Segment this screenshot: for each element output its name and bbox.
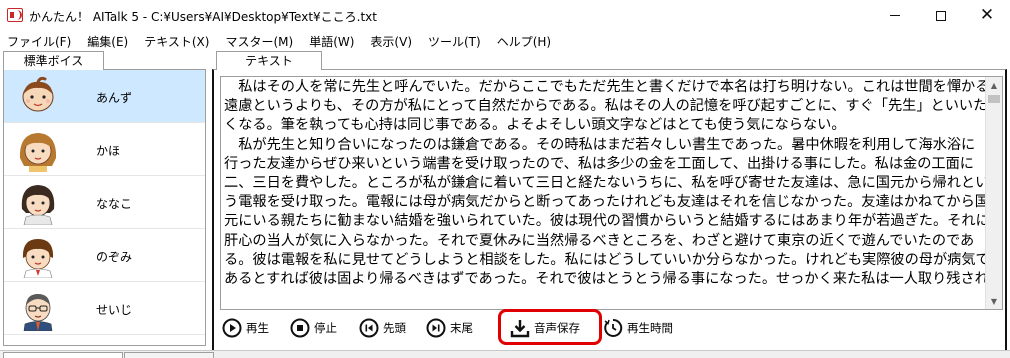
close-icon: ✕ xyxy=(979,5,995,25)
bottom-tab-2[interactable] xyxy=(124,352,214,358)
play-label: 再生 xyxy=(246,321,269,335)
voice-name-nanako: ななこ xyxy=(96,197,133,211)
text-editor[interactable]: 私はその人を常に先生と呼んでいた。だからここでもただ先生と書くだけで本名は打ち明… xyxy=(220,76,1003,310)
stop-button[interactable]: 停止 xyxy=(290,314,337,342)
voice-name-seiji: せいじ xyxy=(96,303,133,317)
bottom-tab-1[interactable] xyxy=(3,352,123,358)
voice-item-anzu[interactable]: あんず xyxy=(4,70,205,123)
menu-bar: ファイル(F) 編集(E) テキスト(X) マスター(M) 単語(W) 表示(V… xyxy=(0,31,1010,51)
avatar-anzu-icon xyxy=(22,76,54,112)
avatar-seiji-icon xyxy=(23,294,53,331)
text-content: 私はその人を常に先生と呼んでいた。だからここでもただ先生と書くだけで本名は打ち明… xyxy=(224,79,990,288)
menu-word[interactable]: 単語(W) xyxy=(309,33,354,50)
tab-text[interactable]: テキスト xyxy=(216,51,322,70)
voice-item-nozomi[interactable]: のぞみ xyxy=(4,229,205,282)
menu-tools[interactable]: ツール(T) xyxy=(428,33,481,50)
menu-file[interactable]: ファイル(F) xyxy=(7,33,71,50)
go-to-start-label: 先頭 xyxy=(383,321,406,335)
play-button[interactable]: 再生 xyxy=(222,314,269,342)
menu-edit[interactable]: 編集(E) xyxy=(87,33,128,50)
vertical-scrollbar[interactable]: ▲ ▼ xyxy=(985,77,1002,309)
skip-to-end-icon xyxy=(426,318,446,338)
voice-name-nozomi: のぞみ xyxy=(96,250,133,264)
scroll-thumb[interactable] xyxy=(988,95,1000,103)
scroll-up-icon[interactable]: ▲ xyxy=(986,77,1002,93)
skip-to-start-icon xyxy=(359,318,379,338)
tab-standard-voice[interactable]: 標準ボイス xyxy=(3,51,104,70)
voice-name-kaho: かほ xyxy=(96,144,121,158)
voice-item-nanako[interactable]: ななこ xyxy=(4,176,205,229)
title-bar: かんたん！ AITalk 5 - C:¥Users¥AI¥Desktop¥Tex… xyxy=(0,0,1010,31)
stop-icon xyxy=(290,318,310,338)
save-audio-highlight xyxy=(498,309,602,345)
minimize-icon xyxy=(890,15,900,16)
avatar-nozomi-icon xyxy=(22,239,54,278)
playback-time-label: 再生時間 xyxy=(627,321,673,335)
scroll-down-icon[interactable]: ▼ xyxy=(986,293,1002,309)
go-to-end-button[interactable]: 末尾 xyxy=(426,314,473,342)
avatar-kaho-icon xyxy=(19,133,57,172)
maximize-button[interactable] xyxy=(918,0,964,31)
stop-label: 停止 xyxy=(314,321,337,335)
play-icon xyxy=(222,318,242,338)
playback-time-button[interactable]: 再生時間 xyxy=(603,314,673,342)
playback-time-icon xyxy=(604,318,623,337)
voice-item-seiji[interactable]: せいじ xyxy=(4,282,205,335)
window-title: かんたん！ AITalk 5 - C:¥Users¥AI¥Desktop¥Tex… xyxy=(29,10,377,24)
close-button[interactable]: ✕ xyxy=(964,0,1010,31)
maximize-icon xyxy=(936,10,946,21)
menu-help[interactable]: ヘルプ(H) xyxy=(497,33,551,50)
app-speaker-icon xyxy=(7,8,23,22)
menu-master[interactable]: マスター(M) xyxy=(225,33,293,50)
voice-name-anzu: あんず xyxy=(96,91,133,105)
go-to-start-button[interactable]: 先頭 xyxy=(359,314,406,342)
menu-view[interactable]: 表示(V) xyxy=(370,33,412,50)
minimize-button[interactable] xyxy=(872,0,918,31)
voice-list: あんず かほ ななこ のぞみ せいじ xyxy=(3,69,206,346)
avatar-nanako-icon xyxy=(21,185,55,225)
menu-text[interactable]: テキスト(X) xyxy=(144,33,209,50)
voice-item-kaho[interactable]: かほ xyxy=(4,123,205,176)
playback-controls: 再生 停止 先頭 末尾 音声保存 再生時間 xyxy=(220,309,1003,345)
go-to-end-label: 末尾 xyxy=(450,321,473,335)
